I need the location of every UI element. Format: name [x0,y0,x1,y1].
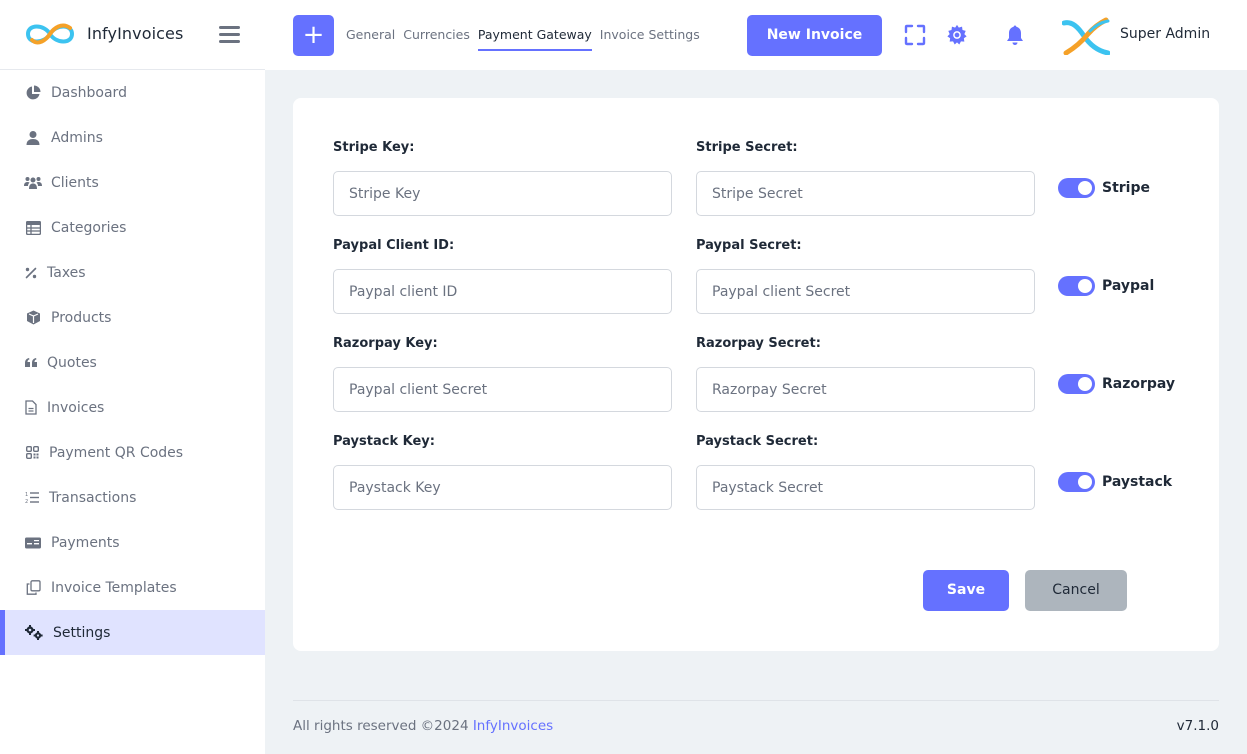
toggle-label: Paypal [1102,278,1155,294]
new-invoice-button[interactable]: New Invoice [747,15,882,56]
stripe-key-label: Stripe Key: [333,140,415,155]
toggle-label: Paystack [1102,474,1173,490]
sidebar-item-label: Taxes [47,264,86,281]
toggle-label: Razorpay [1102,376,1176,392]
paypal-client-id-label: Paypal Client ID: [333,238,455,253]
sidebar-item-label: Products [51,309,112,326]
svg-text:2: 2 [25,499,28,504]
toggle-switch[interactable] [1058,178,1095,198]
app-version: v7.1.0 [1176,718,1219,734]
sidebar-item-label: Dashboard [51,84,127,101]
sidebar-item-label: Payment QR Codes [49,444,184,461]
toggle-switch[interactable] [1058,472,1095,492]
avatar[interactable] [1062,17,1110,55]
razorpay-secret-input[interactable] [696,367,1035,412]
fullscreen-icon[interactable] [904,24,926,46]
sidebar-item-label: Invoice Templates [51,579,177,596]
sidebar-item-label: Clients [51,174,99,191]
sidebar-item-label: Admins [51,129,103,146]
tab-general[interactable]: General [346,0,395,70]
plus-icon: + [302,20,325,50]
file-icon [24,399,38,417]
toggle-switch[interactable] [1058,276,1095,296]
paypal-secret-label: Paypal Secret: [696,238,802,253]
sidebar-item-admins[interactable]: Admins [0,115,265,160]
tab-payment-gateway[interactable]: Payment Gateway [477,0,592,70]
sidebar-item-taxes[interactable]: Taxes [0,250,265,295]
footer-divider [293,700,1219,701]
stripe-secret-label: Stripe Secret: [696,140,798,155]
stripe-toggle[interactable]: Stripe [1058,178,1150,198]
sidebar-item-label: Payments [51,534,120,551]
menu-toggle-icon[interactable] [219,26,240,44]
sidebar-item-payment-qr-codes[interactable]: Payment QR Codes [0,430,265,475]
razorpay-key-label: Razorpay Key: [333,336,438,351]
user-icon [24,129,42,147]
pie-chart-icon [24,84,42,102]
cogs-icon [24,624,44,642]
paystack-key-input[interactable] [333,465,672,510]
toggle-label: Stripe [1102,180,1150,196]
sidebar: Dashboard Admins Clients Categories Taxe… [0,70,265,754]
stripe-secret-input[interactable] [696,171,1035,216]
paystack-toggle[interactable]: Paystack [1058,472,1172,492]
brand: InfyInvoices [0,0,265,70]
credit-card-icon [24,534,42,552]
sidebar-item-clients[interactable]: Clients [0,160,265,205]
settings-tabs: General Currencies Payment Gateway Invoi… [346,0,708,70]
paystack-key-label: Paystack Key: [333,434,435,449]
sidebar-item-categories[interactable]: Categories [0,205,265,250]
qrcode-icon [24,444,40,462]
paystack-secret-label: Paystack Secret: [696,434,819,449]
footer-copyright: All rights reserved ©2024 InfyInvoices [293,718,553,734]
sidebar-item-products[interactable]: Products [0,295,265,340]
sidebar-item-transactions[interactable]: 12 Transactions [0,475,265,520]
save-button[interactable]: Save [923,570,1009,611]
svg-text:1: 1 [25,492,28,498]
user-name[interactable]: Super Admin [1120,26,1210,42]
toggle-switch[interactable] [1058,374,1095,394]
sidebar-item-payments[interactable]: Payments [0,520,265,565]
table-list-icon [24,219,42,237]
gear-icon[interactable] [946,24,968,46]
sidebar-item-invoice-templates[interactable]: Invoice Templates [0,565,265,610]
sidebar-item-label: Categories [51,219,127,236]
paypal-toggle[interactable]: Paypal [1058,276,1154,296]
razorpay-secret-label: Razorpay Secret: [696,336,821,351]
users-icon [24,174,42,192]
tab-invoice-settings[interactable]: Invoice Settings [600,0,700,70]
razorpay-toggle[interactable]: Razorpay [1058,374,1175,394]
sidebar-item-dashboard[interactable]: Dashboard [0,70,265,115]
quote-icon [24,354,38,372]
footer-brand-link[interactable]: InfyInvoices [473,718,553,734]
bell-icon[interactable] [1004,24,1026,46]
copyright-text: All rights reserved ©2024 [293,718,473,734]
paystack-secret-input[interactable] [696,465,1035,510]
sidebar-item-quotes[interactable]: Quotes [0,340,265,385]
quick-add-button[interactable]: + [293,15,334,56]
sidebar-item-label: Quotes [47,354,97,371]
infinity-logo-icon [25,23,75,45]
sidebar-item-settings[interactable]: Settings [0,610,265,655]
cube-icon [24,309,42,327]
sidebar-item-label: Invoices [47,399,105,416]
sidebar-item-invoices[interactable]: Invoices [0,385,265,430]
top-header: InfyInvoices + General Currencies Paymen… [0,0,1247,70]
stripe-key-input[interactable] [333,171,672,216]
razorpay-key-input[interactable] [333,367,672,412]
cancel-button[interactable]: Cancel [1025,570,1127,611]
sidebar-item-label: Settings [53,624,111,641]
brand-name: InfyInvoices [87,24,184,43]
list-ol-icon: 12 [24,489,40,507]
paypal-secret-input[interactable] [696,269,1035,314]
tab-currencies[interactable]: Currencies [403,0,470,70]
payment-gateway-card: Stripe Key: Stripe Secret: Stripe Paypal… [293,98,1219,651]
paypal-client-id-input[interactable] [333,269,672,314]
percent-icon [24,264,38,282]
sidebar-item-label: Transactions [49,489,137,506]
copy-icon [24,579,42,597]
